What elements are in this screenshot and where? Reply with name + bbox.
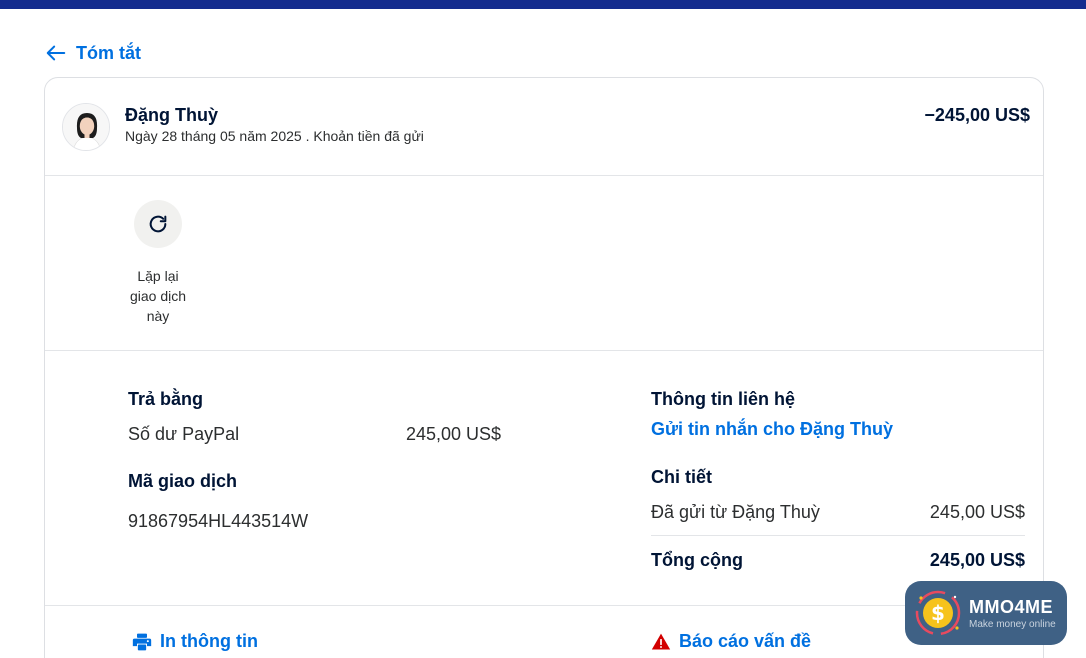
report-problem-link[interactable]: Báo cáo vấn đề [651,631,811,652]
transaction-card: Đặng Thuỳ Ngày 28 tháng 05 năm 2025 . Kh… [44,77,1044,658]
print-details-label: In thông tin [160,631,258,651]
contact-info-heading: Thông tin liên hệ [651,389,795,409]
top-bar [0,0,1086,9]
total-label: Tổng cộng [651,550,743,570]
print-details-link[interactable]: In thông tin [132,631,258,652]
back-to-summary-link[interactable]: Tóm tắt [45,42,141,64]
payment-method-amount: 245,00 US$ [406,424,502,444]
repeat-transaction-button[interactable]: Lặp lại giao dịch này [125,200,191,326]
details-heading: Chi tiết [651,467,712,487]
transaction-date-status: Ngày 28 tháng 05 năm 2025 . Khoản tiền đ… [125,128,424,144]
transaction-id-heading: Mã giao dịch [128,471,238,491]
counterparty-name: Đặng Thuỳ [125,105,218,125]
divider [651,535,1025,536]
transaction-amount: −245,00 US$ [924,105,1030,125]
arrow-left-icon [46,45,66,61]
refresh-icon [149,215,167,233]
mmo4me-watermark: $ MMO4ME Make money online [905,581,1067,645]
dollar-coin-icon: $ [913,588,963,638]
repeat-button-circle[interactable] [134,200,182,248]
report-problem-label: Báo cáo vấn đề [679,631,812,651]
sent-from-label: Đã gửi từ Đặng Thuỳ [651,502,820,522]
transaction-header: Đặng Thuỳ Ngày 28 tháng 05 năm 2025 . Kh… [45,78,1043,176]
watermark-title: MMO4ME [969,596,1053,617]
total-amount: 245,00 US$ [929,550,1025,570]
payment-method: Số dư PayPal [128,424,240,444]
send-message-link[interactable]: Gửi tin nhắn cho Đặng Thuỳ [651,419,893,440]
watermark-subtitle: Make money online [969,618,1056,630]
svg-text:$: $ [931,601,945,625]
paid-with-heading: Trả bằng [128,389,204,409]
details-section: Trả bằng Số dư PayPal 245,00 US$ Mã giao… [45,351,1043,606]
transaction-id: 91867954HL443514W [128,511,309,531]
back-link-label: Tóm tắt [76,42,141,63]
avatar [62,103,110,151]
printer-icon [132,633,152,650]
warning-icon [651,633,671,649]
sent-from-amount: 245,00 US$ [929,502,1025,522]
repeat-transaction-label: Lặp lại giao dịch này [129,268,187,324]
actions-section: Lặp lại giao dịch này [45,176,1043,351]
